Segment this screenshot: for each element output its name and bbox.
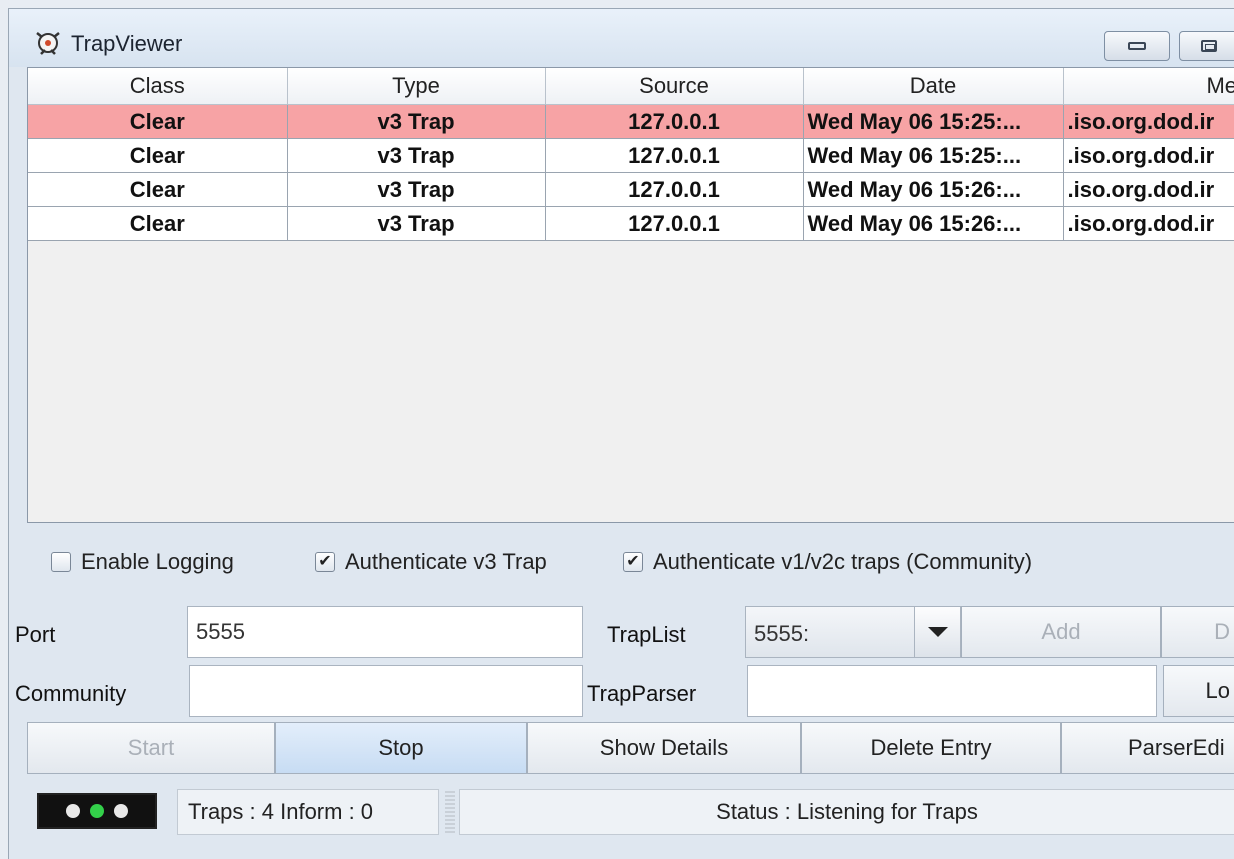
traplist-label: TrapList <box>607 622 686 647</box>
traplist-dropdown-button[interactable] <box>914 607 960 657</box>
cell-type: v3 Trap <box>287 138 546 173</box>
column-header-date[interactable]: Date <box>803 68 1064 105</box>
delete-button[interactable]: D <box>1161 606 1234 658</box>
enable-logging-label: Enable Logging <box>81 549 234 574</box>
add-button[interactable]: Add <box>961 606 1161 658</box>
cell-source: 127.0.0.1 <box>545 206 804 241</box>
trap-table[interactable]: Class Type Source Date Messag Clear v3 T… <box>27 67 1234 523</box>
trapparser-field[interactable] <box>747 665 1157 717</box>
cell-date: Wed May 06 15:25:... <box>803 138 1064 173</box>
community-field[interactable] <box>189 665 583 717</box>
community-label: Community <box>15 681 127 706</box>
maximize-icon <box>1201 40 1217 52</box>
column-header-message[interactable]: Messag <box>1063 68 1234 105</box>
cell-class: Clear <box>28 172 288 207</box>
status-lights <box>37 793 157 829</box>
show-details-button[interactable]: Show Details <box>527 722 801 774</box>
trap-viewer-icon <box>36 32 60 55</box>
authenticate-v3-label: Authenticate v3 Trap <box>345 549 547 574</box>
cell-type: v3 Trap <box>287 172 546 207</box>
status-bar: Traps : 4 Inform : 0 Status : Listening … <box>27 777 1234 843</box>
table-row[interactable]: Clear v3 Trap 127.0.0.1 Wed May 06 15:26… <box>28 172 1234 207</box>
splitter-grip[interactable] <box>445 791 455 833</box>
maximize-button[interactable] <box>1179 31 1234 61</box>
trapparser-label: TrapParser <box>587 681 697 706</box>
cell-date: Wed May 06 15:25:... <box>803 104 1064 139</box>
port-label: Port <box>15 622 56 647</box>
cell-source: 127.0.0.1 <box>545 138 804 173</box>
light-green-icon <box>90 804 104 818</box>
trap-counts: Traps : 4 Inform : 0 <box>177 789 439 835</box>
traplist-value: 5555: <box>754 621 810 646</box>
title-bar[interactable]: TrapViewer <box>9 9 1234 67</box>
enable-logging-checkbox[interactable]: Enable Logging <box>51 549 234 575</box>
cell-source: 127.0.0.1 <box>545 104 804 139</box>
chevron-down-icon <box>927 627 948 637</box>
start-button[interactable]: Start <box>27 722 275 774</box>
cell-message: .iso.org.dod.ir <box>1063 172 1234 207</box>
column-header-class[interactable]: Class <box>28 68 288 105</box>
cell-date: Wed May 06 15:26:... <box>803 172 1064 207</box>
minimize-button[interactable] <box>1104 31 1170 61</box>
authenticate-v1v2c-label: Authenticate v1/v2c traps (Community) <box>653 549 1033 574</box>
cell-date: Wed May 06 15:26:... <box>803 206 1064 241</box>
table-row[interactable]: Clear v3 Trap 127.0.0.1 Wed May 06 15:26… <box>28 206 1234 241</box>
light-off-icon <box>66 804 80 818</box>
cell-message: .iso.org.dod.ir <box>1063 138 1234 173</box>
port-field[interactable]: 5555 <box>187 606 583 658</box>
table-header: Class Type Source Date Messag <box>28 68 1234 105</box>
cell-message: .iso.org.dod.ir <box>1063 206 1234 241</box>
authenticate-v3-checkbox[interactable]: ✔ Authenticate v3 Trap <box>315 549 547 575</box>
cell-class: Clear <box>28 138 288 173</box>
cell-type: v3 Trap <box>287 206 546 241</box>
traplist-select[interactable]: 5555: <box>745 606 961 658</box>
column-header-type[interactable]: Type <box>287 68 546 105</box>
trapviewer-window: TrapViewer Class Type Source Date Messag <box>8 8 1234 859</box>
checkmark-icon[interactable]: ✔ <box>623 552 643 572</box>
delete-entry-button[interactable]: Delete Entry <box>801 722 1061 774</box>
load-button[interactable]: Lo <box>1163 665 1234 717</box>
checkmark-icon[interactable]: ✔ <box>315 552 335 572</box>
cell-source: 127.0.0.1 <box>545 172 804 207</box>
minimize-icon <box>1128 42 1146 50</box>
window-title: TrapViewer <box>71 31 183 56</box>
cell-class: Clear <box>28 206 288 241</box>
options-row: Enable Logging ✔ Authenticate v3 Trap ✔ … <box>27 539 1234 589</box>
authenticate-v1v2c-checkbox[interactable]: ✔ Authenticate v1/v2c traps (Community) <box>623 549 1032 575</box>
stop-button[interactable]: Stop <box>275 722 527 774</box>
cell-message: .iso.org.dod.ir <box>1063 104 1234 139</box>
light-off-icon <box>114 804 128 818</box>
checkbox-unchecked-icon[interactable] <box>51 552 71 572</box>
column-header-source[interactable]: Source <box>545 68 804 105</box>
table-row[interactable]: Clear v3 Trap 127.0.0.1 Wed May 06 15:25… <box>28 104 1234 139</box>
status-message: Status : Listening for Traps <box>459 789 1234 835</box>
cell-type: v3 Trap <box>287 104 546 139</box>
cell-class: Clear <box>28 104 288 139</box>
table-row[interactable]: Clear v3 Trap 127.0.0.1 Wed May 06 15:25… <box>28 138 1234 173</box>
parser-editor-button[interactable]: ParserEdi <box>1061 722 1234 774</box>
